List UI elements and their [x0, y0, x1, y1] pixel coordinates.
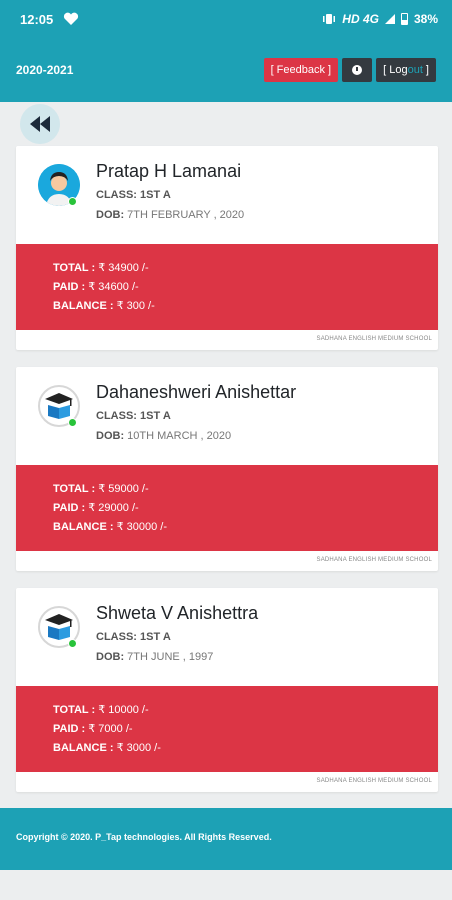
dob-label: DOB: — [96, 651, 125, 663]
paid-value: ₹ 7000 /- — [88, 723, 133, 735]
balance-value: ₹ 3000 /- — [116, 742, 161, 754]
logout-label-end: ] — [422, 64, 429, 76]
class-value: 1ST A — [140, 410, 171, 422]
balance-label: BALANCE : — [53, 742, 114, 754]
paid-value: ₹ 34600 /- — [88, 281, 139, 293]
school-name: SADHANA ENGLISH MEDIUM SCHOOL — [316, 557, 432, 563]
heart-icon — [64, 12, 79, 25]
school-name: SADHANA ENGLISH MEDIUM SCHOOL — [316, 336, 432, 342]
dob-value: 7TH FEBRUARY , 2020 — [127, 209, 245, 221]
battery-icon — [400, 13, 408, 25]
student-dob: DOB: 7TH JUNE , 1997 — [96, 651, 213, 663]
total-fee: TOTAL : ₹ 10000 /- — [53, 701, 438, 720]
class-value: 1ST A — [140, 189, 171, 201]
total-value: ₹ 10000 /- — [98, 704, 149, 716]
student-name: Shweta V Anishettra — [96, 603, 259, 623]
student-card[interactable]: Shweta V Anishettra CLASS: 1ST A DOB: 7T… — [16, 588, 438, 792]
class-label: CLASS: — [96, 189, 137, 201]
student-name: Pratap H Lamanai — [96, 161, 242, 181]
footer: Copyright © 2020. P_Tap technologies. Al… — [0, 808, 452, 870]
balance-value: ₹ 30000 /- — [116, 521, 167, 533]
dob-label: DOB: — [96, 430, 125, 442]
logout-label-start: [ Log — [383, 64, 408, 76]
signal-icon — [384, 14, 395, 24]
total-fee: TOTAL : ₹ 59000 /- — [53, 480, 438, 499]
online-indicator — [68, 418, 77, 427]
logout-label-accent: out — [407, 64, 423, 76]
header-actions: [ Feedback ] [ Logout ] — [263, 58, 436, 82]
status-time: 12:05 — [20, 11, 54, 27]
total-value: ₹ 34900 /- — [98, 262, 149, 274]
paid-fee: PAID : ₹ 29000 /- — [53, 499, 438, 518]
back-button[interactable] — [20, 104, 60, 144]
class-label: CLASS: — [96, 631, 137, 643]
feedback-button[interactable]: [ Feedback ] — [263, 58, 339, 82]
paid-label: PAID : — [53, 281, 86, 293]
student-info: Dahaneshweri Anishettar CLASS: 1ST A DOB… — [16, 367, 438, 465]
online-indicator — [68, 639, 77, 648]
student-card[interactable]: Pratap H Lamanai CLASS: 1ST A DOB: 7TH F… — [16, 146, 438, 350]
status-bar-right: HD 4G 38% — [322, 12, 438, 26]
total-fee: TOTAL : ₹ 34900 /- — [53, 259, 438, 278]
history-button[interactable] — [342, 58, 373, 82]
balance-fee: BALANCE : ₹ 300 /- — [53, 297, 438, 316]
total-label: TOTAL : — [53, 483, 96, 495]
class-label: CLASS: — [96, 410, 137, 422]
network-type: HD 4G — [342, 12, 379, 26]
online-indicator — [68, 197, 77, 206]
logout-button[interactable]: [ Logout ] — [376, 58, 436, 82]
paid-fee: PAID : ₹ 34600 /- — [53, 278, 438, 297]
battery-percent: 38% — [413, 12, 438, 26]
student-info: Shweta V Anishettra CLASS: 1ST A DOB: 7T… — [16, 588, 438, 686]
dob-value: 10TH MARCH , 2020 — [127, 430, 232, 442]
balance-label: BALANCE : — [53, 521, 114, 533]
clock-icon — [352, 65, 363, 75]
academic-year: 2020-2021 — [16, 63, 74, 77]
balance-fee: BALANCE : ₹ 30000 /- — [53, 518, 438, 537]
total-label: TOTAL : — [53, 704, 96, 716]
paid-fee: PAID : ₹ 7000 /- — [53, 720, 438, 739]
dob-label: DOB: — [96, 209, 125, 221]
fee-summary: TOTAL : ₹ 59000 /- PAID : ₹ 29000 /- BAL… — [16, 465, 438, 551]
student-dob: DOB: 7TH FEBRUARY , 2020 — [96, 209, 244, 221]
fee-summary: TOTAL : ₹ 10000 /- PAID : ₹ 7000 /- BALA… — [16, 686, 438, 772]
student-class: CLASS: 1ST A — [96, 631, 171, 643]
total-value: ₹ 59000 /- — [98, 483, 149, 495]
copyright-text: Copyright © 2020. P_Tap technologies. Al… — [16, 832, 272, 842]
balance-value: ₹ 300 /- — [116, 300, 155, 312]
status-bar-left: 12:05 — [20, 12, 79, 27]
app-header: 2020-2021 [ Feedback ] [ Logout ] — [0, 38, 452, 102]
dob-value: 7TH JUNE , 1997 — [127, 651, 214, 663]
total-label: TOTAL : — [53, 262, 96, 274]
balance-label: BALANCE : — [53, 300, 114, 312]
student-name: Dahaneshweri Anishettar — [96, 382, 297, 402]
paid-label: PAID : — [53, 723, 86, 735]
paid-label: PAID : — [53, 502, 86, 514]
balance-fee: BALANCE : ₹ 3000 /- — [53, 739, 438, 758]
student-dob: DOB: 10TH MARCH , 2020 — [96, 430, 231, 442]
status-bar: 12:05 HD 4G 38% — [0, 0, 452, 38]
student-info: Pratap H Lamanai CLASS: 1ST A DOB: 7TH F… — [16, 146, 438, 244]
student-card[interactable]: Dahaneshweri Anishettar CLASS: 1ST A DOB… — [16, 367, 438, 571]
rewind-icon — [30, 116, 50, 132]
paid-value: ₹ 29000 /- — [88, 502, 139, 514]
student-class: CLASS: 1ST A — [96, 189, 171, 201]
fee-summary: TOTAL : ₹ 34900 /- PAID : ₹ 34600 /- BAL… — [16, 244, 438, 330]
class-value: 1ST A — [140, 631, 171, 643]
vibrate-icon — [323, 14, 336, 24]
school-name: SADHANA ENGLISH MEDIUM SCHOOL — [316, 778, 432, 784]
student-class: CLASS: 1ST A — [96, 410, 171, 422]
